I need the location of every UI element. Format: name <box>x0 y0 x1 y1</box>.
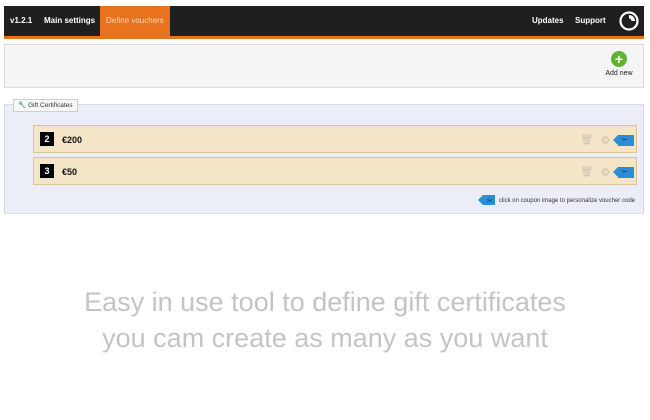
row-actions: 🗑 ⚙ ✂ <box>578 132 634 148</box>
trash-icon[interactable]: 🗑 <box>581 167 594 178</box>
trash-icon[interactable]: 🗑 <box>581 135 594 146</box>
legend-label: Gift Certificates <box>28 102 73 109</box>
voucher-number-badge: 3 <box>40 164 54 178</box>
plus-icon: + <box>611 51 627 67</box>
promo-tagline: Easy in use tool to define gift certific… <box>0 284 650 356</box>
nav-updates[interactable]: Updates <box>532 6 564 36</box>
voucher-row[interactable]: 3 €50 🗑 ⚙ ✂ <box>33 157 637 185</box>
add-new-button[interactable]: + Add new <box>603 51 635 85</box>
nav-main-settings[interactable]: Main settings <box>44 6 95 36</box>
add-new-label: Add new <box>605 70 633 77</box>
row-actions: 🗑 ⚙ ✂ <box>578 164 634 180</box>
coupon-tag-icon[interactable]: ✂ <box>613 135 634 147</box>
coupon-hint: ✂ click on coupon image to personalize vo… <box>477 195 635 207</box>
gear-icon[interactable]: ⚙ <box>601 134 611 147</box>
voucher-row[interactable]: 2 €200 🗑 ⚙ ✂ <box>33 125 637 153</box>
top-navigation-bar: v1.2.1 Main settings Define vouchers Upd… <box>4 6 644 39</box>
gift-certificates-legend: 🔧 Gift Certificates <box>13 99 78 112</box>
version-label: v1.2.1 <box>10 16 33 25</box>
coupon-tag-icon: ✂ <box>477 195 495 206</box>
gift-certificates-panel: 🔧 Gift Certificates 2 €200 🗑 ⚙ ✂ 3 €50 🗑 … <box>4 99 644 214</box>
nav-define-vouchers[interactable]: Define vouchers <box>100 6 170 36</box>
app-logo-icon <box>619 11 639 31</box>
wrench-icon: 🔧 <box>18 102 27 109</box>
voucher-number-badge: 2 <box>40 132 54 146</box>
tagline-line-2: you cam create as many as you want <box>102 323 548 353</box>
nav-support[interactable]: Support <box>575 6 606 36</box>
voucher-value: €50 <box>62 167 78 177</box>
voucher-value: €200 <box>62 135 83 145</box>
gear-icon[interactable]: ⚙ <box>601 166 611 179</box>
coupon-hint-text: click on coupon image to personalize vou… <box>498 198 635 204</box>
action-panel: + Add new <box>4 44 644 88</box>
tagline-line-1: Easy in use tool to define gift certific… <box>84 287 566 317</box>
coupon-tag-icon[interactable]: ✂ <box>613 167 634 179</box>
